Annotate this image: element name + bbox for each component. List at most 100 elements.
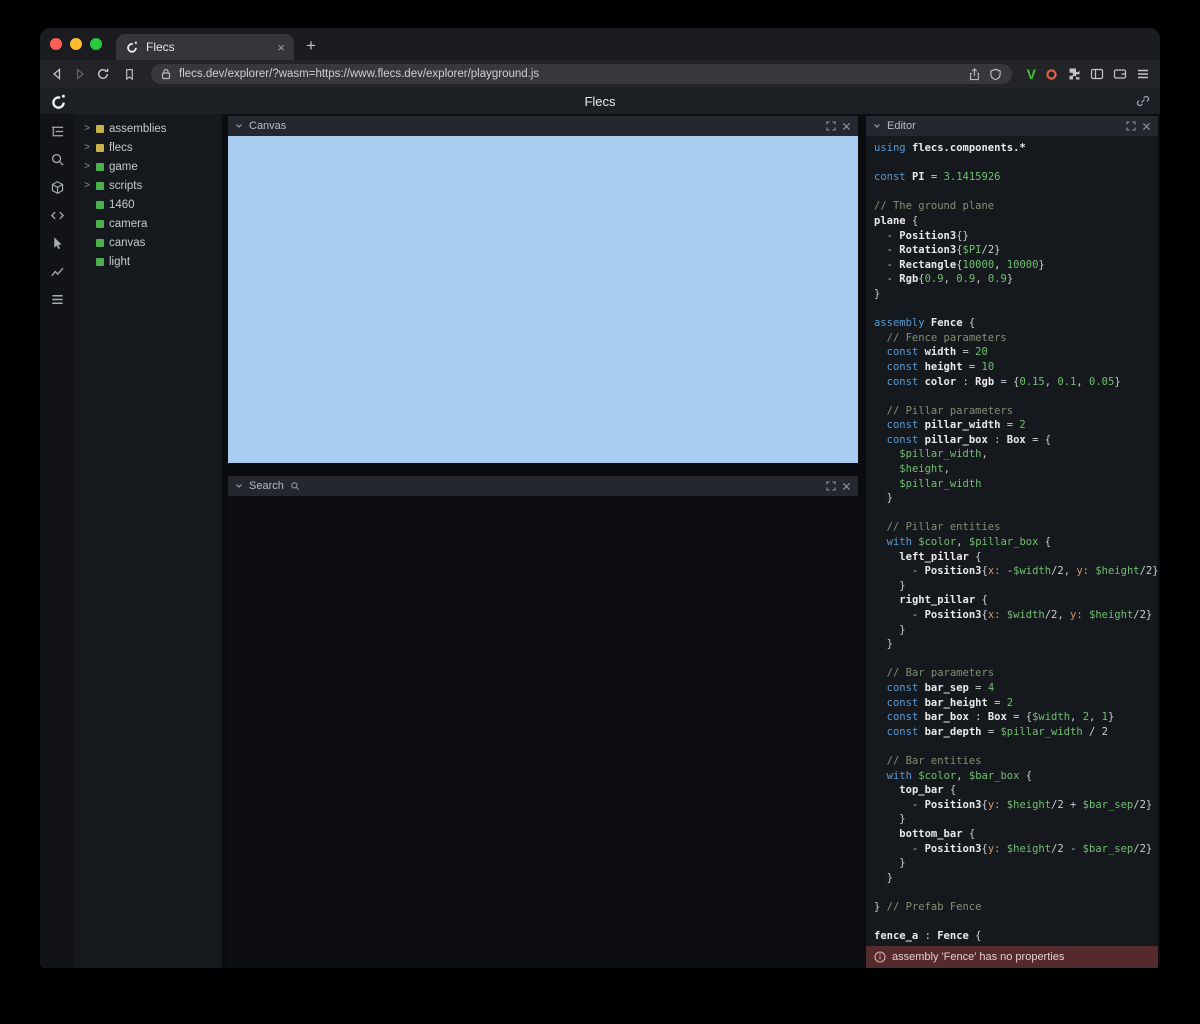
tree-item-scripts[interactable]: >scripts [75, 176, 222, 195]
code-line[interactable]: } [874, 491, 1158, 506]
tree-item-assemblies[interactable]: >assemblies [75, 119, 222, 138]
layers-icon[interactable] [49, 290, 67, 308]
close-panel-icon[interactable] [1142, 122, 1151, 131]
code-line[interactable]: const pillar_width = 2 [874, 418, 1158, 433]
collapse-chevron-icon[interactable] [235, 122, 243, 130]
code-line[interactable]: // Bar entities [874, 754, 1158, 769]
code-line[interactable]: using flecs.components.* [874, 141, 1158, 156]
code-line[interactable]: assembly Fence { [874, 316, 1158, 331]
code-line[interactable]: const width = 20 [874, 345, 1158, 360]
extension-dot-icon[interactable] [1045, 68, 1058, 81]
code-line[interactable]: } [874, 287, 1158, 302]
chart-icon[interactable] [49, 262, 67, 280]
code-line[interactable]: plane { [874, 214, 1158, 229]
tree-item-canvas[interactable]: canvas [75, 233, 222, 252]
minimize-window-button[interactable] [70, 38, 82, 50]
collapse-chevron-icon[interactable] [873, 122, 881, 130]
expand-arrow-icon[interactable]: > [83, 123, 91, 134]
code-line[interactable]: - Rotation3{$PI/2} [874, 243, 1158, 258]
code-line[interactable]: const bar_height = 2 [874, 696, 1158, 711]
code-icon[interactable] [49, 206, 67, 224]
cursor-icon[interactable] [49, 234, 67, 252]
code-line[interactable]: } [874, 637, 1158, 652]
share-icon[interactable] [968, 68, 981, 81]
code-line[interactable] [874, 156, 1158, 171]
expand-panel-icon[interactable] [826, 481, 836, 491]
code-line[interactable]: } [874, 871, 1158, 886]
code-line[interactable]: left_pillar { [874, 550, 1158, 565]
bookmark-icon[interactable] [123, 68, 136, 81]
code-line[interactable]: } // Prefab Fence [874, 900, 1158, 915]
code-line[interactable]: - Position3{y: $height/2 + $bar_sep/2} [874, 798, 1158, 813]
code-line[interactable] [874, 885, 1158, 900]
code-line[interactable]: with $color, $bar_box { [874, 769, 1158, 784]
code-line[interactable]: // Pillar parameters [874, 404, 1158, 419]
code-line[interactable]: - Position3{x: $width/2, y: $height/2} [874, 608, 1158, 623]
code-line[interactable]: // Bar parameters [874, 666, 1158, 681]
code-line[interactable] [874, 506, 1158, 521]
expand-panel-icon[interactable] [1126, 121, 1136, 131]
code-area[interactable]: using flecs.components.* const PI = 3.14… [866, 136, 1158, 946]
tree-item-light[interactable]: light [75, 252, 222, 271]
expand-arrow-icon[interactable]: > [83, 161, 91, 172]
code-line[interactable]: } [874, 623, 1158, 638]
back-button[interactable] [50, 67, 64, 81]
code-line[interactable]: const bar_depth = $pillar_width / 2 [874, 725, 1158, 740]
code-line[interactable]: // Pillar entities [874, 520, 1158, 535]
code-line[interactable]: // The ground plane [874, 199, 1158, 214]
cube-icon[interactable] [49, 178, 67, 196]
code-line[interactable]: $pillar_width [874, 477, 1158, 492]
browser-tab[interactable]: Flecs × [116, 34, 294, 60]
tree-item-game[interactable]: >game [75, 157, 222, 176]
permalink-icon[interactable] [1136, 94, 1150, 108]
code-line[interactable]: // Fence parameters [874, 331, 1158, 346]
search-icon[interactable] [290, 481, 300, 491]
code-line[interactable]: } [874, 856, 1158, 871]
code-line[interactable]: - Position3{} [874, 229, 1158, 244]
render-canvas[interactable] [228, 136, 858, 463]
close-panel-icon[interactable] [842, 482, 851, 491]
url-text[interactable]: flecs.dev/explorer/?wasm=https://www.fle… [179, 68, 960, 80]
search-results-area[interactable] [228, 496, 858, 968]
reload-button[interactable] [96, 67, 110, 81]
lock-icon[interactable] [161, 68, 171, 80]
code-line[interactable]: const bar_sep = 4 [874, 681, 1158, 696]
code-line[interactable]: const bar_box : Box = {$width, 2, 1} [874, 710, 1158, 725]
search-icon[interactable] [49, 150, 67, 168]
extension-v-icon[interactable]: V [1027, 66, 1036, 82]
expand-arrow-icon[interactable]: > [83, 142, 91, 153]
code-line[interactable] [874, 914, 1158, 929]
tab-close-icon[interactable]: × [277, 41, 285, 54]
code-line[interactable]: fence_a : Fence { [874, 929, 1158, 944]
code-line[interactable] [874, 652, 1158, 667]
code-line[interactable]: const color : Rgb = {0.15, 0.1, 0.05} [874, 375, 1158, 390]
tree-icon[interactable] [49, 122, 67, 140]
code-line[interactable] [874, 185, 1158, 200]
code-line[interactable]: const PI = 3.1415926 [874, 170, 1158, 185]
sidebar-toggle-icon[interactable] [1090, 67, 1104, 81]
code-line[interactable]: - Rgb{0.9, 0.9, 0.9} [874, 272, 1158, 287]
code-line[interactable]: bottom_bar { [874, 827, 1158, 842]
code-line[interactable] [874, 302, 1158, 317]
code-line[interactable] [874, 389, 1158, 404]
forward-button[interactable] [73, 67, 87, 81]
tree-item-camera[interactable]: camera [75, 214, 222, 233]
close-panel-icon[interactable] [842, 122, 851, 131]
code-line[interactable] [874, 739, 1158, 754]
shield-icon[interactable] [989, 68, 1002, 81]
code-line[interactable]: } [874, 579, 1158, 594]
menu-button[interactable] [1136, 67, 1150, 81]
code-line[interactable]: with $color, $pillar_box { [874, 535, 1158, 550]
code-line[interactable]: - Rectangle{10000, 10000} [874, 258, 1158, 273]
expand-arrow-icon[interactable]: > [83, 180, 91, 191]
wallet-icon[interactable] [1113, 67, 1127, 81]
code-line[interactable]: - Position3{y: $height/2 - $bar_sep/2} [874, 842, 1158, 857]
code-line[interactable]: right_pillar { [874, 593, 1158, 608]
code-line[interactable]: const height = 10 [874, 360, 1158, 375]
code-line[interactable]: $pillar_width, [874, 447, 1158, 462]
address-bar[interactable]: flecs.dev/explorer/?wasm=https://www.fle… [151, 64, 1012, 84]
new-tab-button[interactable]: + [306, 36, 316, 56]
extensions-puzzle-icon[interactable] [1067, 67, 1081, 81]
close-window-button[interactable] [50, 38, 62, 50]
code-line[interactable]: } [874, 812, 1158, 827]
